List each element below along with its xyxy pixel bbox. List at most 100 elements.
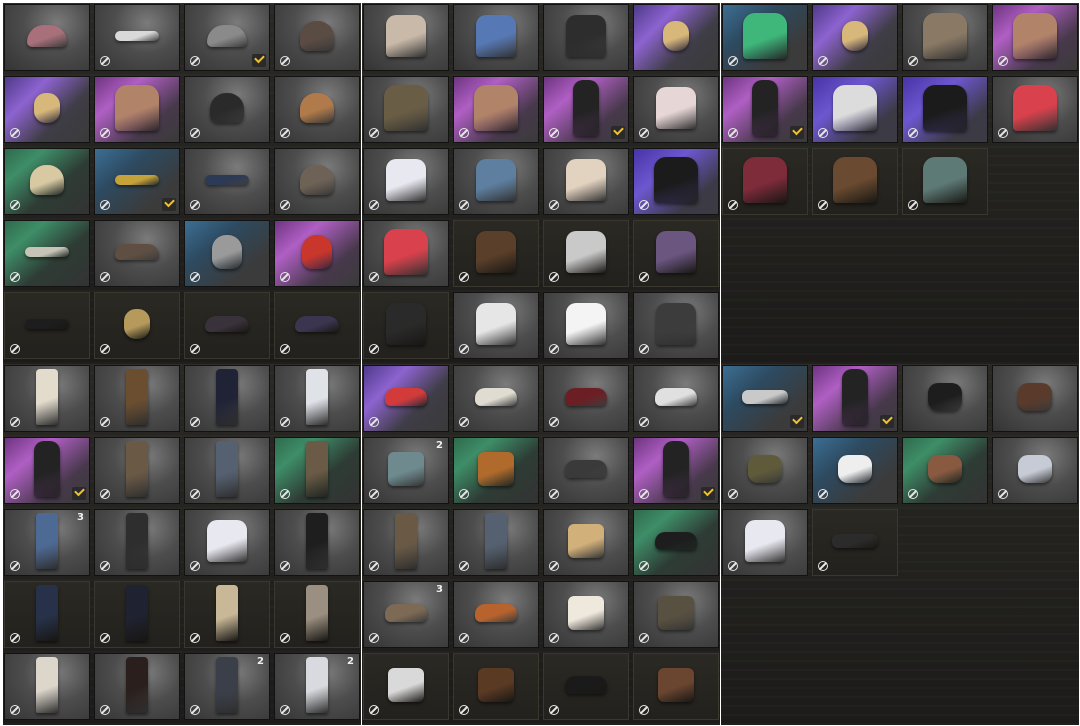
item-slot[interactable] bbox=[633, 653, 719, 720]
item-slot[interactable] bbox=[363, 509, 449, 576]
item-slot[interactable] bbox=[543, 76, 629, 143]
item-slot[interactable] bbox=[94, 581, 180, 648]
item-slot[interactable] bbox=[184, 437, 270, 504]
item-slot[interactable] bbox=[722, 509, 808, 576]
item-slot[interactable] bbox=[184, 292, 270, 359]
item-slot[interactable] bbox=[453, 220, 539, 287]
item-slot[interactable] bbox=[633, 365, 719, 432]
item-slot[interactable] bbox=[363, 292, 449, 359]
item-slot[interactable] bbox=[902, 148, 988, 215]
item-slot[interactable] bbox=[363, 365, 449, 432]
item-slot[interactable] bbox=[722, 148, 808, 215]
item-slot[interactable] bbox=[543, 509, 629, 576]
item-slot[interactable] bbox=[992, 4, 1078, 71]
item-slot[interactable] bbox=[4, 437, 90, 504]
item-slot[interactable] bbox=[633, 292, 719, 359]
item-slot[interactable] bbox=[543, 220, 629, 287]
item-slot[interactable] bbox=[633, 220, 719, 287]
item-slot[interactable] bbox=[4, 292, 90, 359]
item-slot[interactable] bbox=[274, 292, 360, 359]
item-slot[interactable] bbox=[363, 76, 449, 143]
item-slot[interactable] bbox=[184, 581, 270, 648]
item-slot[interactable] bbox=[992, 365, 1078, 432]
item-slot[interactable] bbox=[633, 148, 719, 215]
item-slot[interactable] bbox=[274, 581, 360, 648]
item-slot[interactable] bbox=[184, 220, 270, 287]
item-slot[interactable] bbox=[363, 220, 449, 287]
item-slot[interactable] bbox=[274, 365, 360, 432]
item-slot[interactable] bbox=[633, 437, 719, 504]
item-slot[interactable] bbox=[812, 4, 898, 71]
item-slot[interactable] bbox=[543, 437, 629, 504]
item-slot[interactable] bbox=[94, 437, 180, 504]
item-slot[interactable] bbox=[184, 365, 270, 432]
item-slot[interactable] bbox=[543, 581, 629, 648]
item-slot[interactable] bbox=[633, 76, 719, 143]
item-slot[interactable] bbox=[992, 437, 1078, 504]
item-slot[interactable] bbox=[4, 76, 90, 143]
item-slot[interactable] bbox=[4, 4, 90, 71]
item-slot[interactable] bbox=[902, 4, 988, 71]
item-slot[interactable] bbox=[274, 4, 360, 71]
item-slot[interactable] bbox=[453, 292, 539, 359]
item-slot[interactable] bbox=[633, 4, 719, 71]
item-slot[interactable] bbox=[543, 292, 629, 359]
item-slot[interactable] bbox=[94, 76, 180, 143]
item-slot[interactable] bbox=[274, 509, 360, 576]
item-slot[interactable] bbox=[4, 581, 90, 648]
item-slot[interactable] bbox=[363, 148, 449, 215]
item-slot[interactable] bbox=[722, 365, 808, 432]
item-slot[interactable] bbox=[4, 365, 90, 432]
item-slot[interactable] bbox=[4, 653, 90, 720]
item-slot[interactable] bbox=[722, 4, 808, 71]
item-slot[interactable] bbox=[94, 148, 180, 215]
item-slot[interactable] bbox=[184, 148, 270, 215]
item-slot[interactable] bbox=[812, 437, 898, 504]
item-slot[interactable] bbox=[184, 4, 270, 71]
item-slot[interactable] bbox=[94, 292, 180, 359]
item-slot[interactable] bbox=[274, 220, 360, 287]
item-slot[interactable] bbox=[633, 509, 719, 576]
item-slot[interactable] bbox=[722, 437, 808, 504]
item-slot[interactable] bbox=[4, 148, 90, 215]
item-slot[interactable] bbox=[453, 365, 539, 432]
item-slot[interactable] bbox=[543, 4, 629, 71]
item-slot[interactable] bbox=[453, 581, 539, 648]
item-slot[interactable] bbox=[184, 509, 270, 576]
item-slot[interactable] bbox=[94, 365, 180, 432]
item-slot[interactable] bbox=[812, 509, 898, 576]
item-slot[interactable] bbox=[184, 76, 270, 143]
item-slot[interactable]: 3 bbox=[4, 509, 90, 576]
item-slot[interactable] bbox=[812, 148, 898, 215]
item-slot[interactable] bbox=[94, 509, 180, 576]
item-slot[interactable]: 2 bbox=[274, 653, 360, 720]
item-slot[interactable] bbox=[94, 653, 180, 720]
item-slot[interactable] bbox=[453, 76, 539, 143]
item-slot[interactable] bbox=[543, 653, 629, 720]
item-slot[interactable] bbox=[902, 365, 988, 432]
item-slot[interactable] bbox=[812, 76, 898, 143]
item-slot[interactable] bbox=[453, 4, 539, 71]
item-slot[interactable] bbox=[722, 76, 808, 143]
item-slot[interactable] bbox=[274, 76, 360, 143]
item-slot[interactable] bbox=[453, 148, 539, 215]
item-slot[interactable] bbox=[902, 76, 988, 143]
item-slot[interactable] bbox=[902, 437, 988, 504]
item-slot[interactable] bbox=[363, 653, 449, 720]
item-slot[interactable] bbox=[453, 653, 539, 720]
item-slot[interactable] bbox=[94, 220, 180, 287]
item-slot[interactable] bbox=[94, 4, 180, 71]
item-slot[interactable] bbox=[812, 365, 898, 432]
item-slot[interactable]: 2 bbox=[363, 437, 449, 504]
item-slot[interactable] bbox=[453, 437, 539, 504]
item-slot[interactable] bbox=[992, 76, 1078, 143]
item-slot[interactable] bbox=[453, 509, 539, 576]
item-slot[interactable]: 3 bbox=[363, 581, 449, 648]
item-slot[interactable]: 2 bbox=[184, 653, 270, 720]
item-slot[interactable] bbox=[543, 365, 629, 432]
item-slot[interactable] bbox=[543, 148, 629, 215]
item-slot[interactable] bbox=[4, 220, 90, 287]
item-slot[interactable] bbox=[274, 148, 360, 215]
item-slot[interactable] bbox=[274, 437, 360, 504]
item-slot[interactable] bbox=[633, 581, 719, 648]
